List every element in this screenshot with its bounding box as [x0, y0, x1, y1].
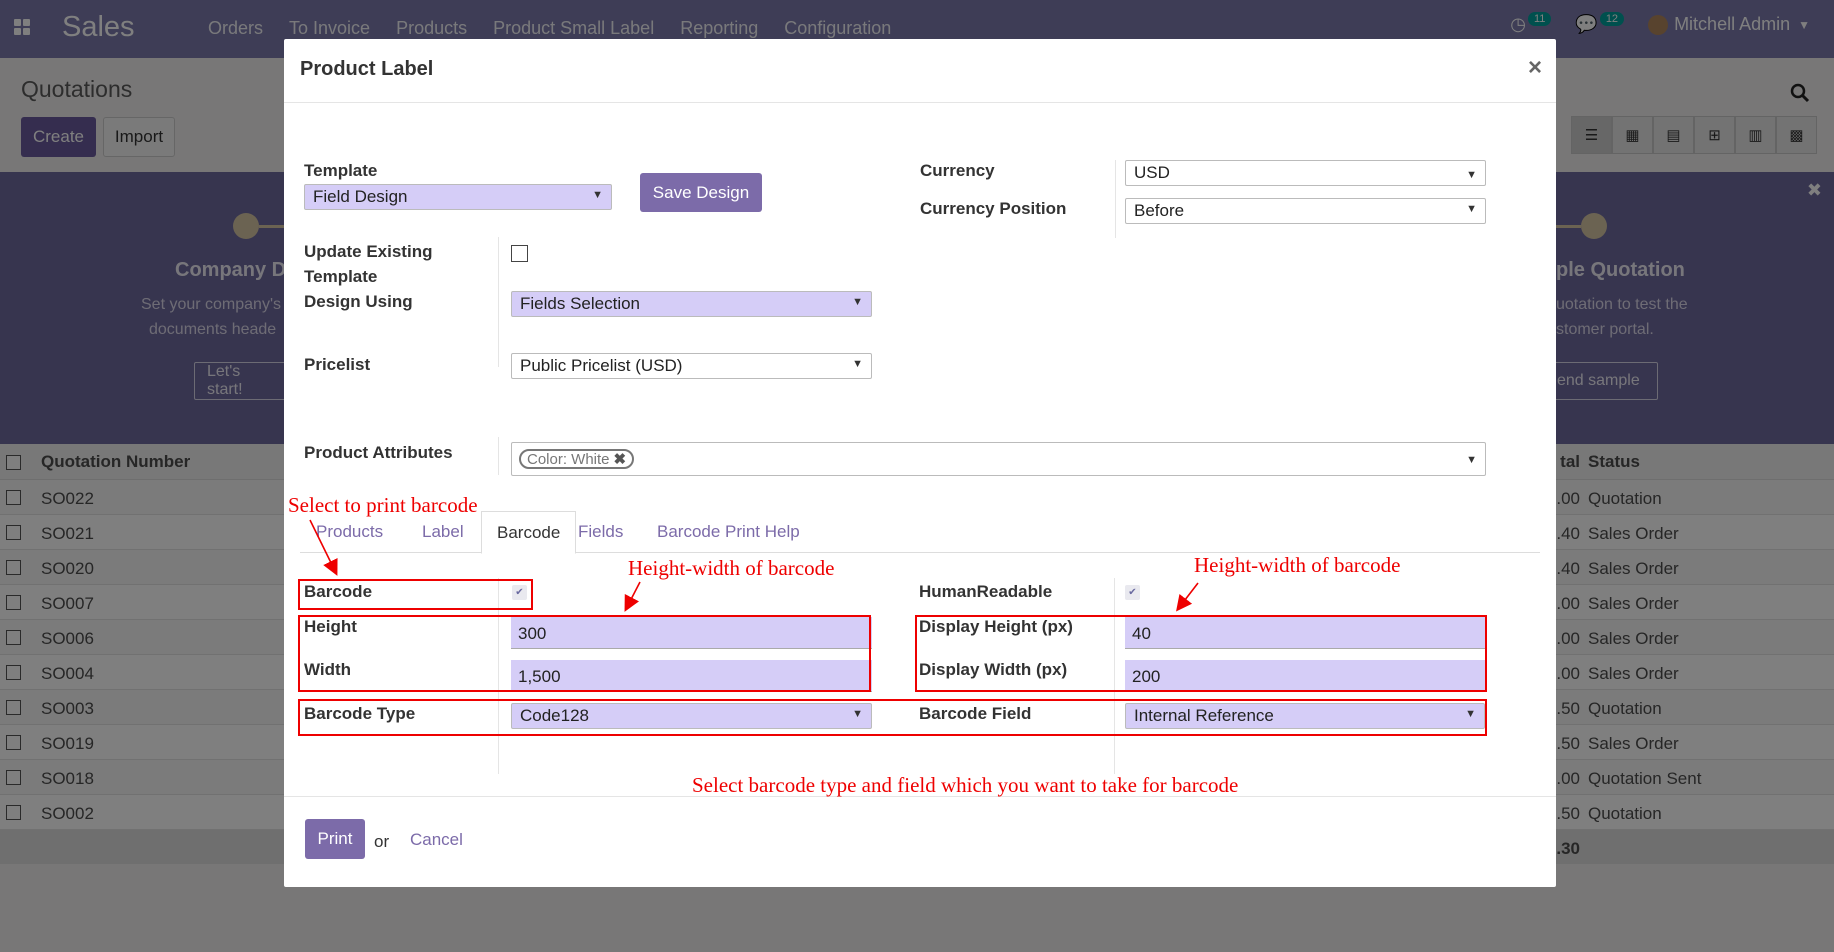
- annotation-arrows: [309, 519, 1199, 612]
